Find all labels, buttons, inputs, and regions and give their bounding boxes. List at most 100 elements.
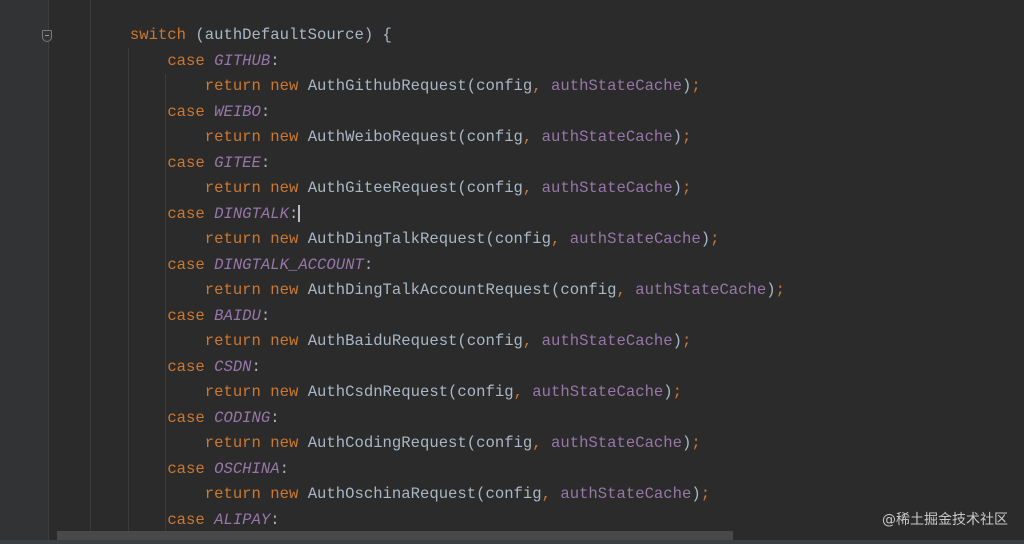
- code-line[interactable]: return new AuthWeiboRequest(config, auth…: [205, 125, 692, 151]
- code-line[interactable]: return new AuthDingTalkRequest(config, a…: [205, 227, 720, 253]
- code-token: case: [167, 205, 214, 223]
- code-token: :: [261, 154, 270, 172]
- code-token: ;: [776, 281, 785, 299]
- code-token: CSDN: [214, 358, 251, 376]
- code-token: ;: [682, 332, 691, 350]
- code-token: ): [673, 179, 682, 197]
- code-token: authStateCache: [542, 332, 673, 350]
- code-token: ,: [523, 128, 542, 146]
- code-token: WEIBO: [214, 103, 261, 121]
- code-line[interactable]: return new AuthGiteeRequest(config, auth…: [205, 176, 692, 202]
- code-token: case: [167, 409, 214, 427]
- code-token: ;: [691, 434, 700, 452]
- code-line[interactable]: case BAIDU:: [167, 304, 270, 330]
- code-token: BAIDU: [214, 307, 261, 325]
- code-token: ): [682, 434, 691, 452]
- code-token: AuthGiteeRequest(config: [308, 179, 523, 197]
- code-token: :: [289, 205, 298, 223]
- code-token: ;: [673, 383, 682, 401]
- code-token: ALIPAY: [214, 511, 270, 529]
- code-token: ,: [514, 383, 533, 401]
- code-token: return new: [205, 77, 308, 95]
- fold-collapse-icon[interactable]: [42, 30, 52, 42]
- line-number-gutter: [0, 0, 48, 544]
- code-token: ): [682, 77, 691, 95]
- code-token: return new: [205, 332, 308, 350]
- code-token: return new: [205, 230, 308, 248]
- code-token: ,: [551, 230, 570, 248]
- code-token: DINGTALK_ACCOUNT: [214, 256, 364, 274]
- code-token: (authDefaultSource) {: [186, 26, 392, 44]
- code-token: authStateCache: [551, 434, 682, 452]
- code-token: ;: [682, 179, 691, 197]
- indent-guide: [128, 48, 129, 544]
- code-token: GITEE: [214, 154, 261, 172]
- code-line[interactable]: return new AuthOschinaRequest(config, au…: [205, 482, 710, 508]
- code-token: :: [270, 511, 279, 529]
- code-token: :: [364, 256, 373, 274]
- code-token: ;: [691, 77, 700, 95]
- code-token: ): [673, 128, 682, 146]
- code-line[interactable]: return new AuthGithubRequest(config, aut…: [205, 74, 701, 100]
- code-token: case: [167, 154, 214, 172]
- code-token: case: [167, 103, 214, 121]
- code-line[interactable]: return new AuthCodingRequest(config, aut…: [205, 431, 701, 457]
- code-token: AuthWeiboRequest(config: [308, 128, 523, 146]
- code-token: ): [766, 281, 775, 299]
- code-token: AuthDingTalkRequest(config: [308, 230, 551, 248]
- code-token: AuthBaiduRequest(config: [308, 332, 523, 350]
- code-line[interactable]: case GITHUB:: [167, 49, 279, 75]
- code-token: case: [167, 52, 214, 70]
- status-strip: [0, 540, 1024, 544]
- code-token: AuthGithubRequest(config: [308, 77, 533, 95]
- code-token: :: [270, 52, 279, 70]
- code-token: authStateCache: [532, 383, 663, 401]
- code-token: ,: [617, 281, 636, 299]
- code-line[interactable]: case WEIBO:: [167, 100, 270, 126]
- code-line[interactable]: case DINGTALK_ACCOUNT:: [167, 253, 373, 279]
- code-token: case: [167, 460, 214, 478]
- code-token: return new: [205, 383, 308, 401]
- code-line[interactable]: case GITEE:: [167, 151, 270, 177]
- code-token: authStateCache: [560, 485, 691, 503]
- code-token: DINGTALK: [214, 205, 289, 223]
- code-token: ;: [710, 230, 719, 248]
- code-line[interactable]: return new AuthDingTalkAccountRequest(co…: [205, 278, 785, 304]
- code-token: return new: [205, 434, 308, 452]
- code-token: CODING: [214, 409, 270, 427]
- code-line[interactable]: switch (authDefaultSource) {: [130, 23, 392, 49]
- code-token: authStateCache: [635, 281, 766, 299]
- code-token: GITHUB: [214, 52, 270, 70]
- code-token: return new: [205, 281, 308, 299]
- code-token: ,: [532, 77, 551, 95]
- code-token: ;: [682, 128, 691, 146]
- code-token: return new: [205, 179, 308, 197]
- code-token: AuthDingTalkAccountRequest(config: [308, 281, 617, 299]
- code-token: case: [167, 511, 214, 529]
- code-token: AuthOschinaRequest(config: [308, 485, 542, 503]
- code-token: ,: [523, 332, 542, 350]
- code-line[interactable]: return new AuthCsdnRequest(config, authS…: [205, 380, 682, 406]
- code-line[interactable]: return new AuthBaiduRequest(config, auth…: [205, 329, 692, 355]
- indent-guide: [90, 0, 91, 544]
- code-token: switch: [130, 26, 186, 44]
- gutter-divider: [48, 0, 49, 544]
- code-line[interactable]: case CODING:: [167, 406, 279, 432]
- indent-guide: [165, 74, 166, 544]
- code-token: case: [167, 256, 214, 274]
- code-token: case: [167, 358, 214, 376]
- text-caret: [298, 205, 300, 222]
- code-line[interactable]: case DINGTALK:: [167, 202, 300, 228]
- code-token: ): [663, 383, 672, 401]
- code-token: authStateCache: [542, 128, 673, 146]
- code-token: return new: [205, 485, 308, 503]
- code-line[interactable]: case OSCHINA:: [167, 457, 289, 483]
- code-token: OSCHINA: [214, 460, 280, 478]
- code-token: :: [261, 103, 270, 121]
- code-line[interactable]: case CSDN:: [167, 355, 261, 381]
- code-token: return new: [205, 128, 308, 146]
- code-token: case: [167, 307, 214, 325]
- code-token: :: [261, 307, 270, 325]
- code-token: :: [280, 460, 289, 478]
- code-line[interactable]: case ALIPAY:: [167, 508, 279, 534]
